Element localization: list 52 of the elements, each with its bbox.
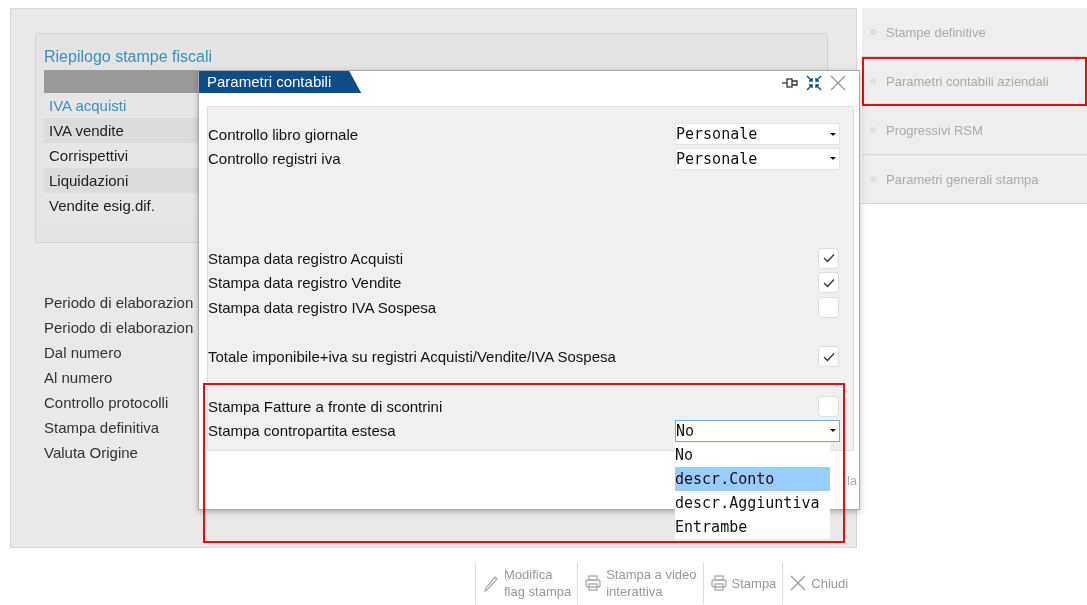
check-icon: [822, 277, 835, 288]
checkbox[interactable]: [818, 247, 839, 269]
checkbox[interactable]: [818, 272, 839, 294]
option-label: Stampa data registro Vendite: [208, 274, 402, 292]
field-label: Dal numero: [44, 343, 122, 363]
sidebar-label: Progressivi RSM: [886, 122, 983, 138]
sidebar-item[interactable]: Parametri contabili aziendali: [862, 57, 1087, 106]
field-label: Periodo di elaborazion: [44, 318, 194, 338]
check-icon: [822, 253, 835, 264]
checkbox[interactable]: [818, 395, 839, 417]
sidebar-label: Parametri contabili aziendali: [886, 73, 1049, 89]
option-label: Controllo libro giornale: [208, 125, 359, 143]
toolbar-button[interactable]: Chiudi: [782, 562, 855, 604]
sidebar-label: Parametri generali stampa: [886, 171, 1039, 187]
sidebar-label: Stampe definitive: [886, 24, 986, 40]
dropdown-option[interactable]: descr.Conto: [675, 466, 830, 491]
option-label: Controllo registri iva: [208, 150, 341, 168]
sidebar-item[interactable]: Progressivi RSM: [862, 106, 1087, 155]
panel-title: Riepilogo stampe fiscali: [44, 48, 214, 66]
option-label: Totale imponibile+iva su registri Acquisti/Vendite/IVA Sospesa: [208, 348, 616, 366]
option-label: Stampa data registro Acquisti: [208, 249, 404, 267]
caret-icon: [829, 428, 837, 434]
sidebar-item[interactable]: Stampe definitive: [862, 8, 1087, 57]
pencil-icon: [482, 574, 500, 592]
close-icon[interactable]: [829, 75, 847, 91]
select-field[interactable]: Personale: [675, 147, 840, 170]
close-icon: [789, 574, 808, 592]
pin-icon[interactable]: [781, 75, 799, 91]
printer-icon: [709, 574, 728, 592]
option-label: Stampa data registro IVA Sospesa: [208, 298, 437, 316]
select-field[interactable]: No: [675, 419, 840, 442]
dialog-title: Parametri contabili: [199, 71, 362, 93]
printer-icon: [584, 574, 603, 592]
checkbox[interactable]: [818, 296, 839, 318]
checkbox[interactable]: [818, 346, 839, 368]
caret-icon: [829, 156, 837, 162]
footer-text: la: [846, 472, 857, 488]
collapse-icon[interactable]: [805, 75, 823, 91]
check-icon: [822, 351, 835, 362]
option-label: Stampa contropartita estesa: [208, 422, 396, 440]
toolbar-button[interactable]: Stampa: [702, 562, 783, 604]
select-field[interactable]: Personale: [675, 123, 840, 146]
sidebar-item[interactable]: Parametri generali stampa: [862, 155, 1087, 204]
field-label: Periodo di elaborazion: [44, 293, 194, 313]
field-label: Controllo protocolli: [44, 393, 169, 413]
toolbar-button[interactable]: Modifica flag stampa: [475, 562, 578, 604]
field-label: Stampa definitiva: [44, 418, 160, 438]
toolbar-button[interactable]: Stampa a video interattiva: [577, 562, 703, 604]
field-label: Al numero: [44, 368, 113, 388]
caret-icon: [829, 131, 837, 137]
field-label: Valuta Origine: [44, 443, 138, 463]
option-label: Stampa Fatture a fronte di scontrini: [208, 397, 443, 415]
